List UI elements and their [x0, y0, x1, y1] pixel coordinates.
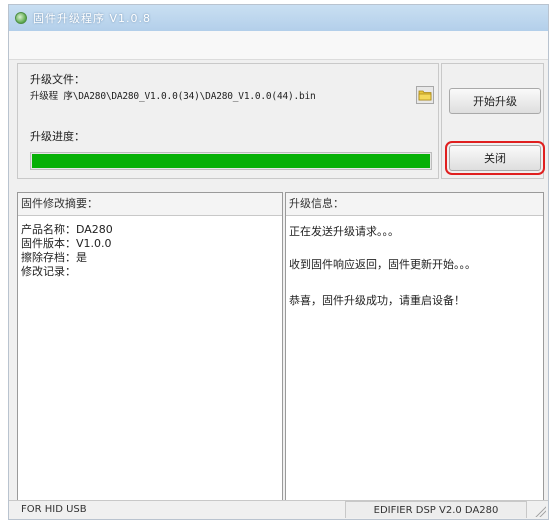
- firmware-summary-body: 产品名称：DA280 固件版本：V1.0.0 擦除存档：是 修改记录：: [21, 223, 279, 517]
- file-label: 升级文件：: [30, 73, 85, 86]
- progress-fill: [32, 154, 430, 168]
- upgrade-info-body: 正在发送升级请求。。。 收到固件响应返回，固件更新开始。。。 恭喜，固件升级成功…: [289, 223, 540, 517]
- close-button[interactable]: 关闭: [445, 141, 545, 175]
- upgrade-window: 固件升级程序 V1.0.8 升级文件： 升级程 序\DA280\DA280_V1…: [8, 4, 549, 520]
- resize-grip-icon[interactable]: [534, 505, 546, 517]
- upgrade-progress-bar: [30, 152, 432, 170]
- upgrade-info-pane: 升级信息： 正在发送升级请求。。。 收到固件响应返回，固件更新开始。。。 恭喜，…: [285, 192, 544, 518]
- firmware-summary-pane: 固件修改摘要： 产品名称：DA280 固件版本：V1.0.0 擦除存档：是 修改…: [17, 192, 283, 518]
- firmware-summary-header: 固件修改摘要：: [18, 193, 282, 216]
- app-icon: [15, 12, 27, 24]
- action-panel: 开始升级 关闭: [441, 63, 545, 179]
- file-path: 升级程 序\DA280\DA280_V1.0.0(34)\DA280_V1.0.…: [30, 91, 316, 102]
- upgrade-info-header: 升级信息：: [286, 193, 543, 216]
- summary-line: 固件版本：V1.0.0: [21, 237, 112, 250]
- menu-bar: [9, 31, 548, 60]
- upgrade-panel: 升级文件： 升级程 序\DA280\DA280_V1.0.0(34)\DA280…: [17, 63, 439, 179]
- status-device: EDIFIER DSP V2.0 DA280: [345, 501, 527, 518]
- status-connection: FOR HID USB: [21, 504, 87, 515]
- browse-file-button[interactable]: [416, 86, 434, 104]
- summary-line: 产品名称：DA280: [21, 223, 113, 236]
- info-line: 正在发送升级请求。。。: [289, 225, 399, 238]
- info-line: 恭喜，固件升级成功，请重启设备！: [289, 294, 465, 307]
- summary-line: 修改记录：: [21, 265, 76, 278]
- folder-icon: [418, 90, 432, 101]
- progress-label: 升级进度：: [30, 130, 85, 143]
- title-bar[interactable]: 固件升级程序 V1.0.8: [9, 5, 548, 32]
- start-upgrade-button[interactable]: 开始升级: [449, 88, 541, 114]
- status-bar: FOR HID USB EDIFIER DSP V2.0 DA280: [9, 500, 548, 519]
- summary-line: 擦除存档：是: [21, 251, 87, 264]
- info-line: 收到固件响应返回，固件更新开始。。。: [289, 258, 476, 271]
- window-title: 固件升级程序 V1.0.8: [33, 12, 152, 25]
